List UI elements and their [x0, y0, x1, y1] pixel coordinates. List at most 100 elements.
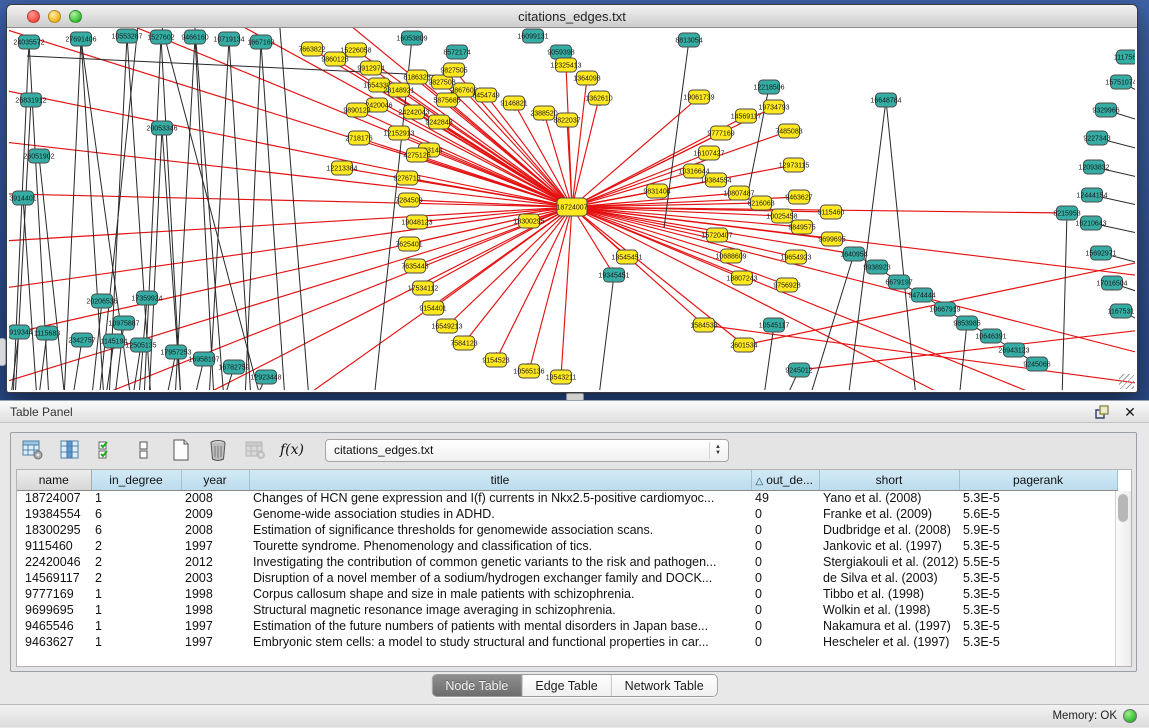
graph-node-label: 16958107: [188, 357, 219, 364]
table-row[interactable]: 946554611997Estimation of the future num…: [17, 618, 1117, 634]
graph-node-label: 8186328: [403, 75, 430, 82]
graph-node-label: 17016504: [1096, 281, 1127, 288]
graph-node-label: 12093832: [1078, 165, 1109, 172]
graph-node-label: 10025458: [766, 214, 797, 221]
node-table: namein_degreeyeartitle△out_de...shortpag…: [17, 470, 1118, 650]
graph-node-label: 9463627: [785, 195, 812, 202]
row-height-icon[interactable]: [132, 438, 156, 462]
graph-node-label: 17957253: [160, 350, 191, 357]
column-header-pagerank[interactable]: pagerank: [959, 470, 1117, 490]
minimize-window-icon[interactable]: [48, 10, 61, 23]
graph-node-label: 19345451: [598, 273, 629, 280]
table-row[interactable]: 969969511998Structural magnetic resonanc…: [17, 602, 1117, 618]
column-header-title[interactable]: title: [249, 470, 751, 490]
tab-edge-table[interactable]: Edge Table: [522, 675, 611, 696]
column-header-year[interactable]: year: [181, 470, 249, 490]
graph-node-label: 9756928: [773, 283, 800, 290]
select-all-rows-icon[interactable]: [95, 438, 119, 462]
table-vertical-scrollbar[interactable]: [1115, 491, 1131, 666]
scrollbar-thumb[interactable]: [1118, 494, 1128, 522]
column-header-out_de[interactable]: △out_de...: [751, 470, 819, 490]
graph-node-label: 10553287: [111, 34, 142, 41]
graph-node-label: 9777169: [707, 131, 734, 138]
graph-node-label: 2718176: [345, 136, 372, 143]
graph-node-label: 16107427: [693, 151, 724, 158]
column-header-name[interactable]: name: [17, 470, 91, 490]
tab-network-table[interactable]: Network Table: [612, 675, 717, 696]
table-row[interactable]: 1938455462009Genome-wide association stu…: [17, 506, 1117, 522]
close-panel-icon[interactable]: ✕: [1121, 404, 1139, 420]
network-canvas[interactable]: 2403557227691406105532871527602946616010…: [9, 28, 1135, 390]
network-canvas-svg[interactable]: 2403557227691406105532871527602946616010…: [9, 28, 1135, 390]
graph-node-label: 5875685: [433, 98, 460, 105]
graph-node-label: 20053346: [146, 126, 177, 133]
graph-node-label: 10565136: [513, 369, 544, 376]
graph-node-label: 9245066: [1023, 362, 1050, 369]
table-row[interactable]: 946362711997Embryonic stem cells: a mode…: [17, 634, 1117, 650]
table-selector-value: citations_edges.txt: [334, 443, 433, 457]
graph-node-label: 9912974: [357, 66, 384, 73]
graph-node-label: 4275126: [403, 153, 430, 160]
graph-node-label: 9227343: [1083, 136, 1110, 143]
graph-node-label: 9474444: [908, 293, 935, 300]
table-row[interactable]: 911546021997Tourette syndrome. Phenomeno…: [17, 538, 1117, 554]
graph-node-label: 9329966: [1092, 108, 1119, 115]
graph-node-label: 16099131: [517, 34, 548, 41]
column-header-short[interactable]: short: [819, 470, 959, 490]
graph-node-label: 1117563: [1114, 55, 1135, 62]
graph-node-label: 19543211: [546, 375, 577, 382]
dropdown-arrows-icon: ▲▼: [709, 442, 726, 459]
window-resize-grip[interactable]: [1119, 374, 1134, 389]
graph-node-label: 9154523: [482, 358, 509, 365]
zoom-window-icon[interactable]: [69, 10, 82, 23]
graph-node-label: 15751074: [1105, 80, 1135, 87]
new-table-icon[interactable]: [169, 438, 193, 462]
graph-node-label: 15720407: [701, 233, 732, 240]
table-row[interactable]: 977716911998Corpus callosum shape and si…: [17, 586, 1117, 602]
graph-node-label: 19048123: [401, 220, 432, 227]
graph-node-label: 9849575: [788, 225, 815, 232]
memory-ok-indicator-icon[interactable]: [1123, 709, 1137, 723]
table-row[interactable]: 1872400712008Changes of HCN gene express…: [17, 490, 1117, 506]
function-builder-icon[interactable]: f(x): [280, 438, 304, 462]
graph-node-label: 17534112: [408, 286, 439, 293]
window-title: citations_edges.txt: [518, 9, 626, 24]
close-window-icon[interactable]: [27, 10, 40, 23]
graph-node-label: 8572174: [443, 50, 470, 57]
graph-node-label: 2342757: [68, 338, 95, 345]
table-toolbar: f(x) citations_edges.txt ▲▼: [11, 433, 1136, 467]
table-panel: Table Panel ✕: [0, 400, 1149, 728]
network-window: citations_edges.txt 24035572276914061055…: [6, 4, 1138, 393]
graph-node-label: 10688609: [715, 254, 746, 261]
table-settings-icon[interactable]: [21, 438, 45, 462]
graph-node-label: 9699695: [818, 237, 845, 244]
table-row[interactable]: 2242004622012Investigating the contribut…: [17, 554, 1117, 570]
graph-node-label: 17359924: [131, 296, 162, 303]
graph-node-label: 18724007: [556, 205, 587, 212]
graph-node-label: 1667163: [247, 40, 274, 47]
table-header-row: namein_degreeyeartitle△out_de...shortpag…: [17, 470, 1117, 490]
status-bar: Memory: OK: [0, 704, 1149, 727]
graph-node-label: 12152913: [383, 131, 414, 138]
column-header-in_degree[interactable]: in_degree: [91, 470, 181, 490]
network-window-titlebar[interactable]: citations_edges.txt: [7, 5, 1137, 28]
table-selector-dropdown[interactable]: citations_edges.txt ▲▼: [325, 439, 729, 462]
table-tabs: Node TableEdge TableNetwork Table: [431, 674, 717, 697]
graph-node-label: 10545117: [759, 323, 790, 330]
graph-node-label: 8454749: [472, 93, 499, 100]
delete-columns-icon[interactable]: [206, 438, 230, 462]
graph-node-label: 19734793: [758, 105, 789, 112]
float-panel-icon[interactable]: [1093, 404, 1111, 420]
graph-node-label: 1364093: [573, 76, 600, 83]
graph-node-label: 9059398: [547, 50, 574, 57]
graph-node-label: 26943123: [998, 348, 1029, 355]
tab-node-table[interactable]: Node Table: [432, 675, 522, 696]
table-row[interactable]: 1456911722003Disruption of a novel membe…: [17, 570, 1117, 586]
select-columns-icon[interactable]: [58, 438, 82, 462]
graph-node-label: 7625401: [395, 242, 422, 249]
graph-node-label: 24242043: [398, 110, 429, 117]
graph-node-label: 16210643: [1075, 221, 1106, 228]
table-row[interactable]: 1830029562008Estimation of significance …: [17, 522, 1117, 538]
graph-node-label: 9831404: [643, 189, 670, 196]
graph-node-label: 26051902: [23, 154, 54, 161]
